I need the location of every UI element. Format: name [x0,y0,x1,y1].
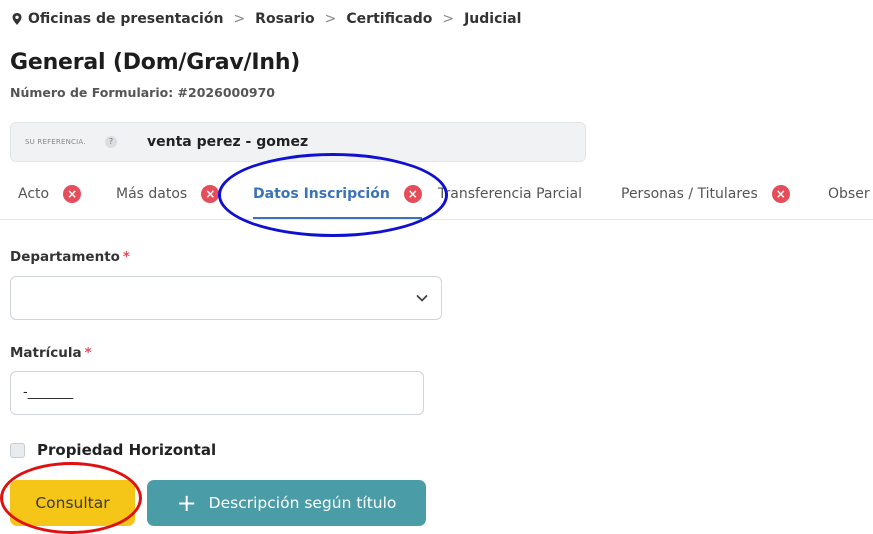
chevron-down-icon [416,295,428,302]
error-icon: × [771,185,790,203]
descripcion-titulo-label: Descripción según título [208,494,397,512]
matricula-label-text: Matrícula [10,345,82,361]
matricula-label: Matrícula * [10,345,92,361]
consultar-button[interactable]: Consultar [10,480,135,526]
propiedad-horizontal-row: Propiedad Horizontal [10,441,216,459]
matricula-input[interactable]: -_______ [10,371,424,415]
map-marker-icon [12,13,22,25]
tab-observaciones[interactable]: Obser [828,170,870,218]
page-title: General (Dom/Grav/Inh) [10,50,301,75]
departamento-label-text: Departamento [10,249,120,265]
breadcrumb: Oficinas de presentación > Rosario > Cer… [10,9,521,29]
form-number: Número de Formulario: #2026000970 [10,85,276,100]
error-icon: × [201,185,220,203]
error-icon: × [403,184,422,203]
plus-icon: + [176,489,197,517]
tab-label: Personas / Titulares [621,186,758,202]
departamento-label: Departamento * [10,249,130,265]
tab-mas-datos[interactable]: Más datos × [116,170,220,218]
tab-label: Obser [828,186,870,202]
propiedad-horizontal-checkbox[interactable] [10,442,25,458]
propiedad-horizontal-label: Propiedad Horizontal [37,441,217,459]
reference-field[interactable]: SU REFERENCIA. ? venta perez - gomez [10,122,586,162]
tab-label: Acto [18,186,50,202]
reference-label: SU REFERENCIA. [25,138,86,146]
required-mark: * [122,249,130,265]
breadcrumb-separator: > [324,11,337,27]
tab-label: Transferencia Parcial [438,186,582,202]
breadcrumb-separator: > [233,11,246,27]
reference-value: venta perez - gomez [147,134,309,150]
help-icon[interactable]: ? [105,136,117,148]
breadcrumb-item-certificado[interactable]: Certificado [346,11,432,27]
breadcrumb-item-rosario[interactable]: Rosario [255,11,315,27]
departamento-select[interactable] [10,276,442,320]
breadcrumb-item-judicial[interactable]: Judicial [464,11,521,27]
breadcrumb-separator: > [442,11,455,27]
breadcrumb-item-oficinas[interactable]: Oficinas de presentación [28,11,223,27]
required-mark: * [84,345,92,361]
tab-personas-titulares[interactable]: Personas / Titulares × [621,170,790,218]
tab-label: Datos Inscripción [253,185,390,202]
descripcion-titulo-button[interactable]: + Descripción según título [147,480,426,526]
tab-bar: Acto × Más datos × Datos Inscripción × T… [0,170,873,220]
tab-label: Más datos [116,186,188,202]
tab-datos-inscripcion[interactable]: Datos Inscripción × [253,170,422,219]
tab-transferencia-parcial[interactable]: Transferencia Parcial [438,170,582,218]
error-icon: × [63,185,82,203]
tab-acto[interactable]: Acto × [18,170,82,218]
